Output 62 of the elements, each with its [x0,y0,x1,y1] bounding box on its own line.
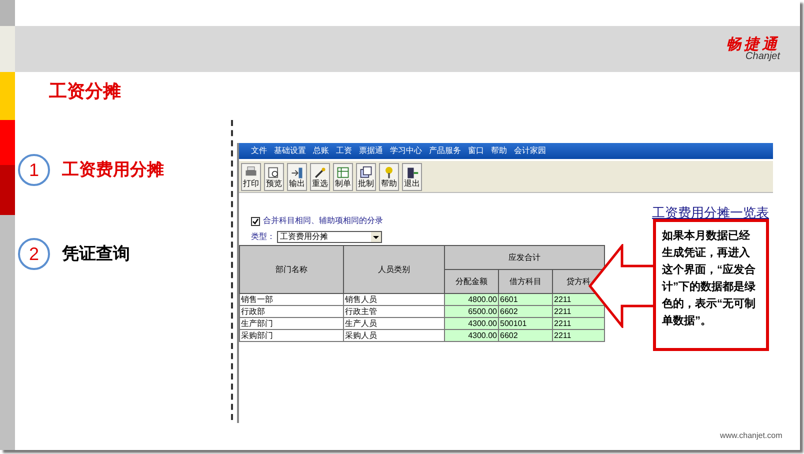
logo-text: 畅捷通 [726,36,780,52]
table-cell: 6602 [498,306,552,318]
checkbox-label: 合并科目相同、辅助项相同的分录 [263,215,383,227]
table-cell: 2211 [552,330,604,342]
menu-item[interactable]: 会计家园 [514,145,546,157]
table-cell: 行政部 [240,306,344,318]
checkbox[interactable] [251,216,260,226]
column-header: 分配金额 [444,270,498,294]
table-cell: 2211 [552,306,604,318]
column-header: 部门名称 [240,246,344,294]
table-cell: 2211 [552,318,604,330]
menu-item[interactable]: 总账 [313,145,329,157]
wand-icon [313,166,327,180]
table-cell: 4800.00 [444,294,498,306]
column-header: 借方科目 [498,270,552,294]
table-cell: 采购部门 [240,330,344,342]
table-cell: 4300.00 [444,330,498,342]
table-cell: 销售一部 [240,294,344,306]
type-label: 类型： [251,231,275,243]
callout-note: 如果本月数据已经生成凭证，再进入这个界面，“应发合计”下的数据都是绿色的，表示“无可制单数据”。 [653,219,769,351]
grid-sheet-icon [336,166,350,180]
table-cell: 6602 [498,330,552,342]
step-label[interactable]: 凭证查询 [62,241,130,267]
toolbar-button[interactable]: 批制 [356,162,376,190]
menu-item[interactable]: 产品服务 [429,145,461,157]
table-cell: 行政主管 [344,306,444,318]
door-arrow-icon [405,166,419,180]
toolbar-button[interactable]: 帮助 [379,162,399,190]
report-title: 工资费用分摊一览表 [652,204,769,220]
document-magnifier-icon [267,166,281,180]
arrow-into-bar-icon [290,166,304,180]
table-cell: 6500.00 [444,306,498,318]
menu-item[interactable]: 帮助 [491,145,507,157]
slide-title: 工资分摊 [49,81,121,101]
toolbar-button[interactable]: 输出 [287,162,307,190]
column-header: 应发合计 [444,246,604,270]
toolbar-button[interactable]: 制单 [333,162,353,190]
menu-item[interactable]: 工资 [336,145,352,157]
menu-item[interactable]: 基础设置 [274,145,306,157]
footer-url: www.chanjet.com [720,430,782,442]
menu-item[interactable]: 学习中心 [390,145,422,157]
table-cell: 采购人员 [344,330,444,342]
table-cell: 生产部门 [240,318,344,330]
menu-item[interactable]: 窗口 [468,145,484,157]
toolbar-button[interactable]: 预览 [264,162,284,190]
table-cell: 生产人员 [344,318,444,330]
column-header: 人员类别 [344,246,444,294]
toolbar-button[interactable]: 打印 [241,162,261,190]
menu-item[interactable]: 票据通 [359,145,383,157]
table-cell: 500101 [498,318,552,330]
table-cell: 6601 [498,294,552,306]
step-number: 2 [18,238,50,270]
stacked-pages-icon [359,166,373,180]
toolbar-button[interactable]: 退出 [402,162,422,190]
toolbar-button[interactable]: 重选 [310,162,330,190]
logo-subtext: Chanjet [746,52,780,62]
type-dropdown[interactable]: 工资费用分摊 [277,231,382,243]
step-number: 1 [18,154,50,186]
table-cell: 销售人员 [344,294,444,306]
table-cell: 4300.00 [444,318,498,330]
menu-item[interactable]: 文件 [251,145,267,157]
step-label[interactable]: 工资费用分摊 [62,157,164,183]
